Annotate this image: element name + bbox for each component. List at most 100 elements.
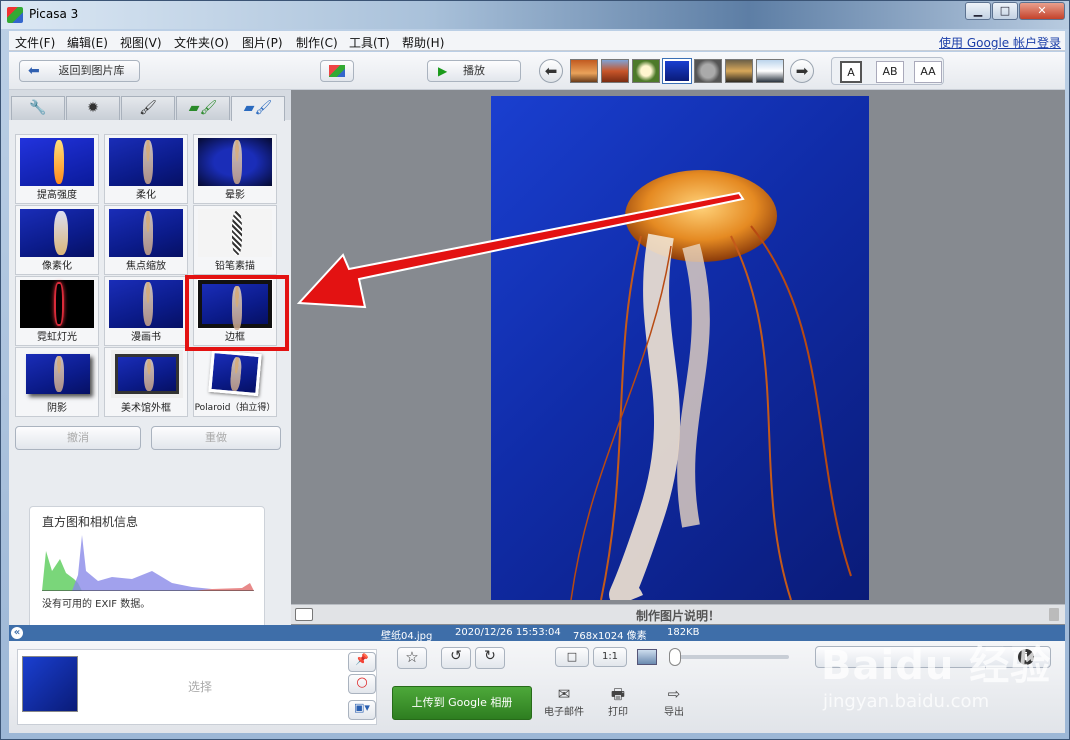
menu-create[interactable]: 制作(C) xyxy=(296,34,338,51)
filmstrip-thumb[interactable] xyxy=(756,59,784,83)
album-button[interactable]: ▣▾ xyxy=(348,700,376,720)
layout-dual-button[interactable]: AA xyxy=(914,61,942,83)
trash-icon[interactable] xyxy=(1049,608,1059,621)
close-button[interactable]: ✕ xyxy=(1019,2,1065,20)
export-button[interactable]: ⇨ 导出 xyxy=(649,685,699,718)
tentacle xyxy=(750,225,852,577)
tab-effects-2[interactable]: ▰🖌 xyxy=(176,96,230,120)
rotate-left-button[interactable]: ↺ xyxy=(441,647,471,669)
filmstrip-thumb[interactable] xyxy=(601,59,629,83)
effect-vignette[interactable]: 晕影 xyxy=(193,134,277,204)
left-arrow-icon: ⬅ xyxy=(544,62,558,80)
tab-basic-fixes[interactable]: 🔧 xyxy=(11,96,65,120)
effect-pixelize[interactable]: 像素化 xyxy=(15,205,99,275)
redo-button[interactable]: 重做 xyxy=(151,426,281,450)
red-arrow-shape xyxy=(296,191,745,309)
jellyfish-photo xyxy=(570,170,852,600)
back-label: 返回到图片库 xyxy=(58,64,125,77)
tab-tuning[interactable]: ✹ xyxy=(66,96,120,120)
zoom-slider-handle[interactable] xyxy=(669,648,681,666)
histogram-blue xyxy=(72,535,252,591)
export-icon: ⇨ xyxy=(667,685,681,703)
effect-preview xyxy=(198,138,272,186)
tray-thumbnail[interactable] xyxy=(22,656,78,712)
play-button[interactable]: ▶ 播放 xyxy=(427,60,521,82)
effect-focal-zoom[interactable]: 焦点缩放 xyxy=(104,205,188,275)
baidu-watermark-url: jingyan.baidu.com xyxy=(823,691,990,712)
brush-blue-icon: ▰🖌 xyxy=(243,100,273,116)
email-button[interactable]: ✉ 电子邮件 xyxy=(539,685,589,718)
menu-file[interactable]: 文件(F) xyxy=(15,34,55,51)
filmstrip-thumb[interactable] xyxy=(694,59,722,83)
tab-effects-3[interactable]: ▰🖌 xyxy=(231,96,285,121)
effect-museum-matte[interactable]: 美术馆外框 xyxy=(104,347,188,417)
effect-label: 柔化 xyxy=(136,190,156,201)
menu-picture[interactable]: 图片(P) xyxy=(242,34,283,51)
effect-label: 铅笔素描 xyxy=(215,261,255,272)
star-icon: ☆ xyxy=(405,648,419,666)
filmstrip-thumb[interactable] xyxy=(725,59,753,83)
menu-folder[interactable]: 文件夹(O) xyxy=(174,34,229,51)
filmstrip-thumb[interactable] xyxy=(632,59,660,83)
effect-preview xyxy=(109,138,183,186)
highlight-box xyxy=(185,275,289,351)
caption-bar[interactable]: 制作图片说明！ xyxy=(291,604,1065,624)
effect-drop-shadow[interactable]: 阴影 xyxy=(15,347,99,417)
zoom-icon xyxy=(637,649,657,665)
minimize-button[interactable]: ▁ xyxy=(965,2,991,20)
jellyfish-figure xyxy=(54,282,64,326)
tab-effects-1[interactable]: 🖌 xyxy=(121,96,175,120)
brush-green-icon: ▰🖌 xyxy=(188,100,218,116)
status-date: 2020/12/26 15:53:04 xyxy=(455,627,561,638)
next-photo-button[interactable]: ➡ xyxy=(790,59,814,83)
rotate-right-icon: ↻ xyxy=(484,648,496,664)
jellyfish-figure xyxy=(54,211,68,255)
actual-size-button[interactable]: 1:1 xyxy=(593,647,627,667)
pin-button[interactable]: 📌 xyxy=(348,652,376,672)
menu-edit[interactable]: 编辑(E) xyxy=(67,34,108,51)
rotate-right-button[interactable]: ↻ xyxy=(475,647,505,669)
upload-google-photos-button[interactable]: 上传到 Google 相册 xyxy=(392,686,532,720)
edit-tabs: 🔧 ✹ 🖌 ▰🖌 ▰🖌 xyxy=(9,90,291,121)
email-label: 电子邮件 xyxy=(544,707,584,718)
photo-swap-button[interactable] xyxy=(320,60,354,82)
layout-compare-button[interactable]: AB xyxy=(876,61,904,83)
main-photo xyxy=(491,96,869,600)
fit-button[interactable]: □ xyxy=(555,647,589,667)
effect-polaroid[interactable]: Polaroid（拍立得） xyxy=(193,347,277,417)
back-to-library-button[interactable]: ⬅ 返回到图片库 xyxy=(19,60,140,82)
photo-viewer: 制作图片说明！ xyxy=(291,90,1065,663)
brightness-icon: ✹ xyxy=(87,100,99,116)
maximize-button[interactable]: □ xyxy=(992,2,1018,20)
effect-label: Polaroid（拍立得） xyxy=(194,403,276,413)
menu-view[interactable]: 视图(V) xyxy=(120,34,162,51)
caption-placeholder[interactable]: 制作图片说明！ xyxy=(291,607,1065,624)
filmstrip-thumb-selected[interactable] xyxy=(662,58,692,84)
effect-neon[interactable]: 霓虹灯光 xyxy=(15,276,99,346)
effect-pencil-sketch[interactable]: 铅笔素描 xyxy=(193,205,277,275)
menu-tools[interactable]: 工具(T) xyxy=(349,34,390,51)
print-label: 打印 xyxy=(608,707,628,718)
star-button[interactable]: ☆ xyxy=(397,647,427,669)
google-signin-link[interactable]: 使用 Google 帐户登录 xyxy=(939,34,1061,51)
picasa-app-icon xyxy=(7,7,23,23)
print-button[interactable]: 🖶 打印 xyxy=(593,685,643,718)
play-icon: ▶ xyxy=(438,64,448,78)
effect-soften[interactable]: 柔化 xyxy=(104,134,188,204)
clear-selection-button[interactable]: ○ xyxy=(348,674,376,694)
effect-comic[interactable]: 漫画书 xyxy=(104,276,188,346)
layout-single-button[interactable]: A xyxy=(840,61,862,83)
effect-preview xyxy=(20,209,94,257)
exif-message: 没有可用的 EXIF 数据。 xyxy=(42,599,151,610)
jellyfish-figure xyxy=(144,359,154,391)
undo-button[interactable]: 撤消 xyxy=(15,426,141,450)
zoom-slider[interactable] xyxy=(669,648,789,666)
prev-photo-button[interactable]: ⬅ xyxy=(539,59,563,83)
collapse-icon[interactable]: « xyxy=(11,627,23,639)
filmstrip-thumb[interactable] xyxy=(570,59,598,83)
menu-help[interactable]: 帮助(H) xyxy=(402,34,444,51)
back-arrow-icon: ⬅ xyxy=(28,63,40,79)
effect-boost[interactable]: 提高强度 xyxy=(15,134,99,204)
effect-label: 阴影 xyxy=(47,403,67,414)
status-filename: 壁纸04.jpg xyxy=(381,631,433,642)
